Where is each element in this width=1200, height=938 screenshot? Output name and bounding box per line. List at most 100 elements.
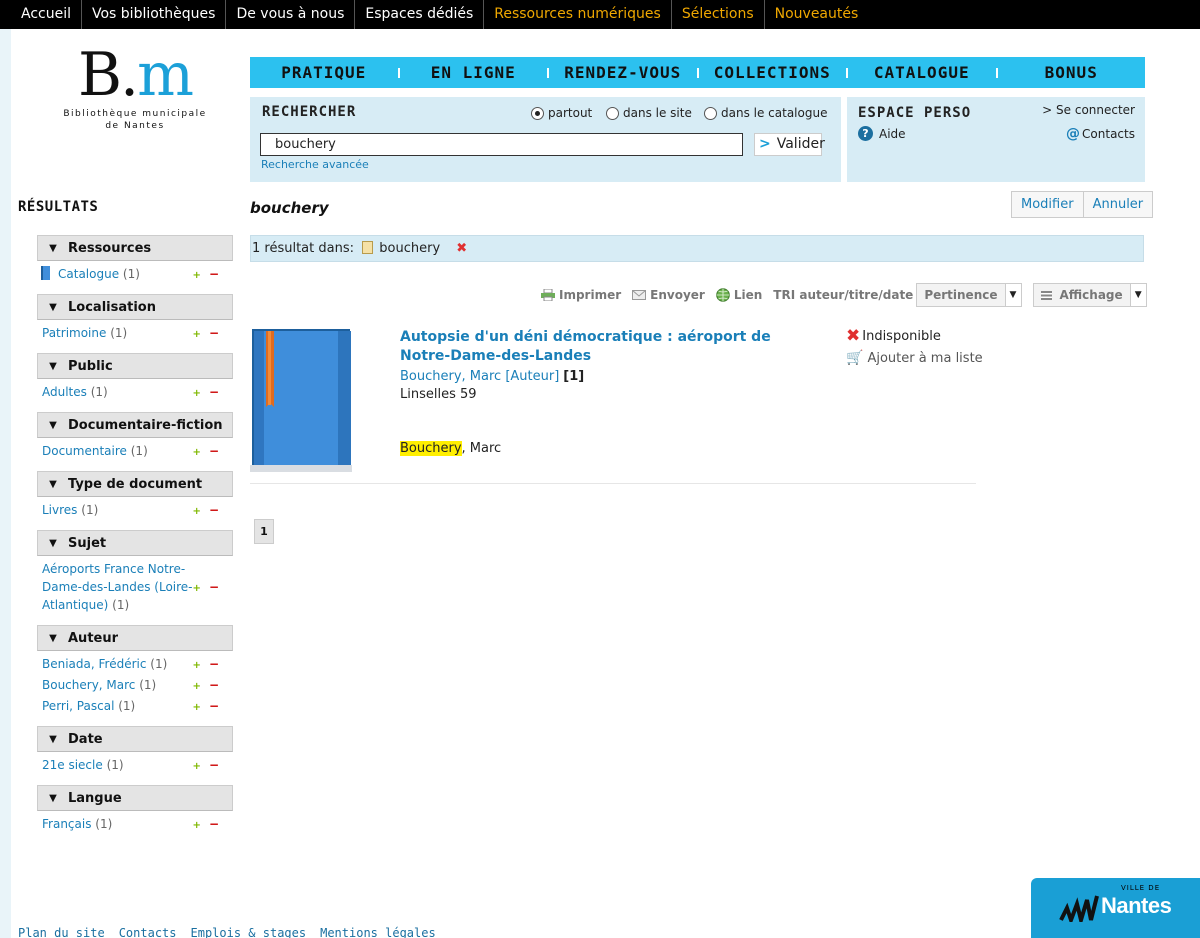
plus-icon[interactable]: +	[193, 447, 201, 458]
facet-group: ▼ Ressources Catalogue (1) + −	[37, 235, 233, 283]
facet-title: Sujet	[68, 535, 107, 551]
plus-icon[interactable]: +	[193, 660, 201, 671]
plus-icon[interactable]: +	[193, 270, 201, 281]
scope-everywhere-radio[interactable]: partout	[531, 106, 592, 120]
remove-criteria-icon[interactable]: ✖	[456, 241, 467, 256]
login-link[interactable]: > Se connecter	[1042, 103, 1135, 117]
ville-de-nantes-logo[interactable]: VILLE DE Nantes	[1031, 878, 1200, 938]
minus-icon[interactable]: −	[209, 503, 219, 517]
facet-title: Public	[68, 358, 113, 374]
sort-dropdown[interactable]: Pertinence ▼	[916, 283, 1022, 307]
print-button[interactable]: Imprimer	[541, 288, 621, 302]
library-logo[interactable]: B.m Bibliothèque municipale de Nantes	[50, 44, 220, 140]
mainnav-item-bonus[interactable]: BONUS	[998, 57, 1146, 88]
link-button[interactable]: Lien	[716, 288, 762, 302]
minus-icon[interactable]: −	[209, 817, 219, 831]
facet-item-count: (1)	[139, 678, 157, 692]
send-label: Envoyer	[650, 288, 705, 302]
topnav-item-nouveaut-s[interactable]: Nouveautés	[763, 0, 869, 29]
mainnav-item-catalogue[interactable]: CATALOGUE	[848, 57, 996, 88]
topnav-item-vos-biblioth-ques[interactable]: Vos bibliothèques	[81, 0, 225, 29]
plus-icon[interactable]: +	[193, 681, 201, 692]
topnav-item-s-lections[interactable]: Sélections	[670, 0, 764, 29]
facet-header[interactable]: ▼ Localisation	[37, 294, 233, 320]
plus-icon[interactable]: +	[193, 820, 201, 831]
minus-icon[interactable]: −	[209, 326, 219, 340]
author-link[interactable]: Bouchery, Marc [Auteur]	[400, 369, 559, 384]
facet-header[interactable]: ▼ Type de document	[37, 471, 233, 497]
mainnav-item-rendez-vous[interactable]: RENDEZ-VOUS	[549, 57, 697, 88]
topnav-item-de-vous-nous[interactable]: De vous à nous	[225, 0, 354, 29]
facet-header[interactable]: ▼ Ressources	[37, 235, 233, 261]
facet-header[interactable]: ▼ Documentaire-fiction	[37, 412, 233, 438]
mainnav-item-en-ligne[interactable]: EN LIGNE	[400, 57, 548, 88]
facet-item-link[interactable]: Adultes	[42, 385, 87, 399]
minus-icon[interactable]: −	[209, 678, 219, 692]
cancel-button[interactable]: Annuler	[1083, 192, 1153, 217]
query-actions: Modifier Annuler	[1011, 191, 1154, 218]
facet-header[interactable]: ▼ Public	[37, 353, 233, 379]
footer-link-sitemap[interactable]: Plan du site	[18, 926, 105, 938]
display-dropdown[interactable]: Affichage ▼	[1032, 283, 1147, 307]
facet-include-exclude: + −	[193, 383, 219, 403]
footer-link-contacts[interactable]: Contacts	[119, 926, 177, 938]
topnav-item-ressources-num-riques[interactable]: Ressources numériques	[483, 0, 671, 29]
facet-title: Ressources	[68, 240, 152, 256]
search-input[interactable]: bouchery	[260, 133, 743, 156]
result-title-link[interactable]: Autopsie d'un déni démocratique : aéropo…	[400, 328, 800, 366]
footer-link-legal[interactable]: Mentions légales	[320, 926, 436, 938]
advanced-search-link[interactable]: Recherche avancée	[261, 158, 369, 171]
facet-item-link[interactable]: Français	[42, 817, 91, 831]
facet-header[interactable]: ▼ Auteur	[37, 625, 233, 651]
chevron-down-icon: ▼	[49, 419, 57, 431]
scope-label: dans le catalogue	[721, 106, 828, 120]
minus-icon[interactable]: −	[209, 267, 219, 281]
facet-header[interactable]: ▼ Date	[37, 726, 233, 752]
minus-icon[interactable]: −	[209, 385, 219, 399]
result-place: Linselles 59	[400, 387, 477, 402]
facet-title: Documentaire-fiction	[68, 417, 223, 433]
facet-item-link[interactable]: Bouchery, Marc	[42, 678, 135, 692]
facet-header[interactable]: ▼ Langue	[37, 785, 233, 811]
mainnav-item-collections[interactable]: COLLECTIONS	[699, 57, 847, 88]
plus-icon[interactable]: +	[193, 702, 201, 713]
facet-item-link[interactable]: Livres	[42, 503, 77, 517]
search-submit-button[interactable]: > Valider	[754, 133, 825, 156]
facet-header[interactable]: ▼ Sujet	[37, 530, 233, 556]
plus-icon[interactable]: +	[193, 761, 201, 772]
facet-item-link[interactable]: Beniada, Frédéric	[42, 657, 146, 671]
minus-icon[interactable]: −	[209, 657, 219, 671]
facet-item-link[interactable]: Perri, Pascal	[42, 699, 114, 713]
mainnav-item-pratique[interactable]: PRATIQUE	[250, 57, 398, 88]
scope-site-radio[interactable]: dans le site	[606, 106, 692, 120]
topnav-item-accueil[interactable]: Accueil	[11, 0, 81, 29]
help-link[interactable]: ? Aide	[858, 126, 906, 141]
minus-icon[interactable]: −	[209, 580, 219, 594]
minus-icon[interactable]: −	[209, 699, 219, 713]
facet-item-link[interactable]: 21e siecle	[42, 758, 103, 772]
facet-item-link[interactable]: Patrimoine	[42, 326, 106, 340]
plus-icon[interactable]: +	[193, 329, 201, 340]
send-button[interactable]: Envoyer	[632, 288, 705, 302]
topnav-item-espaces-d-di-s[interactable]: Espaces dédiés	[354, 0, 483, 29]
facet-item-count: (1)	[106, 758, 124, 772]
scope-catalogue-radio[interactable]: dans le catalogue	[704, 106, 827, 120]
search-title: RECHERCHER	[262, 104, 357, 120]
availability-label: Indisponible	[862, 329, 941, 344]
facet-item-link[interactable]: Catalogue	[58, 267, 119, 281]
contacts-link[interactable]: @ Contacts	[1066, 126, 1135, 142]
facet-item-link[interactable]: Documentaire	[42, 444, 127, 458]
page-1-button[interactable]: 1	[254, 519, 274, 544]
plus-icon[interactable]: +	[193, 583, 201, 594]
plus-icon[interactable]: +	[193, 506, 201, 517]
minus-icon[interactable]: −	[209, 444, 219, 458]
add-to-list-button[interactable]: 🛒 Ajouter à ma liste	[846, 350, 983, 366]
book-cover-image[interactable]	[250, 327, 352, 472]
minus-icon[interactable]: −	[209, 758, 219, 772]
radio-dot	[704, 106, 717, 120]
results-sidebar-title: RÉSULTATS	[18, 199, 99, 215]
footer-link-jobs[interactable]: Emplois & stages	[191, 926, 307, 938]
modify-button[interactable]: Modifier	[1012, 192, 1084, 217]
chevron-down-icon: ▼	[1129, 284, 1146, 306]
plus-icon[interactable]: +	[193, 388, 201, 399]
